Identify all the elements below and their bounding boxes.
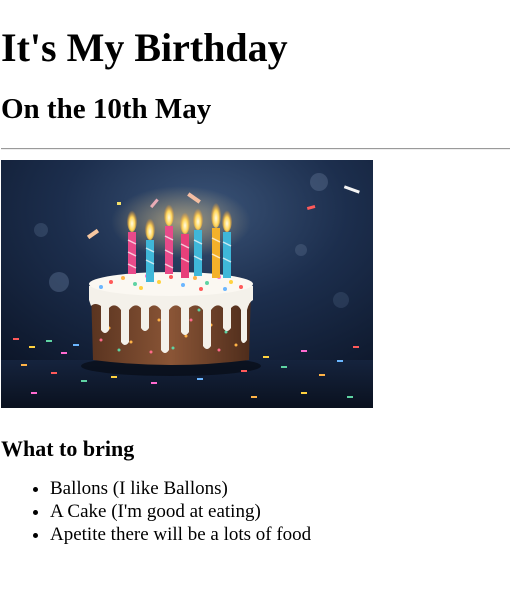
page-subtitle: On the 10th May — [1, 93, 212, 125]
list-item: A Cake (I'm good at eating) — [50, 500, 509, 523]
birthday-cake-image — [1, 160, 373, 408]
section-heading-what-to-bring: What to bring — [1, 436, 135, 461]
list-item: Ballons (I like Ballons) — [50, 477, 509, 500]
list-item: Apetite there will be a lots of food — [50, 523, 509, 546]
bring-list: Ballons (I like Ballons) A Cake (I'm goo… — [1, 477, 509, 546]
page-title: It's My Birthday — [1, 25, 288, 70]
page-content: It's My Birthday On the 10th May What to… — [0, 0, 510, 546]
divider — [1, 148, 510, 150]
